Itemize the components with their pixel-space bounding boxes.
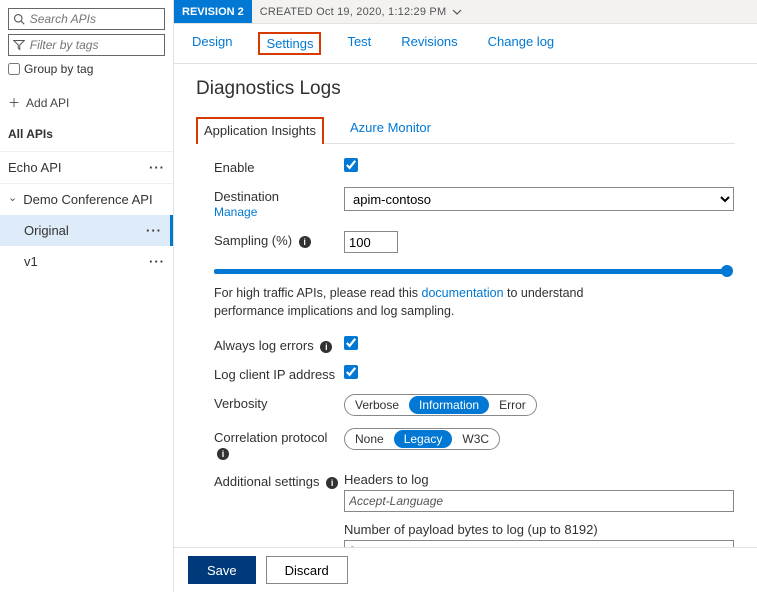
more-icon[interactable]: ··· — [146, 223, 162, 238]
tab-design[interactable]: Design — [188, 32, 236, 55]
verbosity-information[interactable]: Information — [409, 396, 489, 414]
info-icon[interactable]: i — [299, 236, 311, 248]
group-by-tag-input[interactable] — [8, 63, 20, 75]
search-apis-input-wrap[interactable] — [8, 8, 165, 30]
api-subitem-label: Original — [24, 223, 69, 238]
page-title: Diagnostics Logs — [196, 78, 735, 100]
headers-label: Headers to log — [344, 472, 735, 487]
all-apis-link[interactable]: All APIs — [8, 127, 165, 141]
enable-label: Enable — [214, 158, 344, 175]
manage-link[interactable]: Manage — [214, 205, 257, 219]
save-button[interactable]: Save — [188, 556, 256, 584]
group-by-tag-checkbox[interactable]: Group by tag — [8, 62, 165, 76]
correlation-segmented[interactable]: None Legacy W3C — [344, 428, 500, 450]
client-ip-checkbox[interactable] — [344, 365, 358, 379]
payload-label: Number of payload bytes to log (up to 81… — [344, 522, 735, 537]
info-icon[interactable]: i — [217, 448, 229, 460]
diagnostics-form: Enable Destination Manage apim-contoso — [196, 158, 735, 589]
documentation-link[interactable]: documentation — [422, 286, 504, 300]
correlation-none[interactable]: None — [345, 430, 394, 448]
main-panel: REVISION 2 CREATED Oct 19, 2020, 1:12:29… — [174, 0, 757, 592]
subtab-azure-monitor[interactable]: Azure Monitor — [344, 116, 437, 143]
headers-input[interactable] — [344, 490, 734, 512]
sampling-hint: For high traffic APIs, please read this … — [214, 285, 644, 320]
verbosity-label: Verbosity — [214, 394, 344, 411]
api-subitem-label: v1 — [24, 254, 38, 269]
verbosity-error[interactable]: Error — [489, 396, 536, 414]
api-item-demo-conference[interactable]: Demo Conference API — [0, 183, 173, 215]
add-api-label: Add API — [26, 96, 69, 110]
always-log-checkbox[interactable] — [344, 336, 358, 350]
info-icon[interactable]: i — [320, 341, 332, 353]
client-ip-label: Log client IP address — [214, 365, 344, 382]
slider-thumb[interactable] — [721, 265, 733, 277]
sampling-label: Sampling (%) — [214, 233, 292, 248]
subtab-app-insights[interactable]: Application Insights — [196, 117, 324, 144]
discard-button[interactable]: Discard — [266, 556, 348, 584]
api-subitem-original[interactable]: Original ··· — [0, 215, 173, 246]
api-item-echo[interactable]: Echo API ··· — [0, 151, 173, 183]
destination-select[interactable]: apim-contoso — [344, 187, 734, 211]
sampling-input[interactable] — [344, 231, 398, 253]
main-tabs: Design Settings Test Revisions Change lo… — [174, 24, 757, 64]
content-area: Diagnostics Logs Application Insights Az… — [174, 64, 757, 592]
correlation-label: Correlation protocol — [214, 430, 327, 445]
tab-test[interactable]: Test — [343, 32, 375, 55]
api-item-label: Echo API — [8, 160, 61, 175]
correlation-legacy[interactable]: Legacy — [394, 430, 453, 448]
plus-icon: ＋ — [8, 94, 20, 111]
info-icon[interactable]: i — [326, 477, 338, 489]
api-item-label: Demo Conference API — [8, 192, 153, 207]
sampling-slider[interactable] — [214, 265, 735, 277]
chevron-down-icon — [452, 7, 462, 17]
created-label[interactable]: CREATED Oct 19, 2020, 1:12:29 PM — [252, 6, 470, 18]
filter-tags-input[interactable] — [26, 38, 160, 52]
sidebar: Group by tag ＋ Add API All APIs Echo API… — [0, 0, 174, 592]
tab-revisions[interactable]: Revisions — [397, 32, 461, 55]
additional-label: Additional settings — [214, 474, 320, 489]
footer-bar: Save Discard — [174, 547, 757, 592]
correlation-w3c[interactable]: W3C — [452, 430, 499, 448]
group-by-tag-label: Group by tag — [24, 62, 93, 76]
filter-tags-input-wrap[interactable] — [8, 34, 165, 56]
destination-label: Destination — [214, 189, 279, 204]
api-subitem-v1[interactable]: v1 ··· — [0, 246, 173, 277]
more-icon[interactable]: ··· — [149, 160, 165, 175]
topbar: REVISION 2 CREATED Oct 19, 2020, 1:12:29… — [174, 0, 757, 24]
diagnostics-subtabs: Application Insights Azure Monitor — [196, 116, 735, 144]
add-api-button[interactable]: ＋ Add API — [8, 94, 165, 111]
tab-changelog[interactable]: Change log — [484, 32, 559, 55]
search-apis-input[interactable] — [26, 12, 160, 26]
always-log-label: Always log errors — [214, 338, 314, 353]
tab-settings[interactable]: Settings — [258, 32, 321, 55]
verbosity-verbose[interactable]: Verbose — [345, 396, 409, 414]
revision-badge[interactable]: REVISION 2 — [174, 0, 252, 23]
search-icon — [13, 13, 26, 25]
more-icon[interactable]: ··· — [149, 254, 165, 269]
filter-icon — [13, 39, 26, 51]
slider-track — [214, 269, 727, 274]
verbosity-segmented[interactable]: Verbose Information Error — [344, 394, 537, 416]
enable-checkbox[interactable] — [344, 158, 358, 172]
